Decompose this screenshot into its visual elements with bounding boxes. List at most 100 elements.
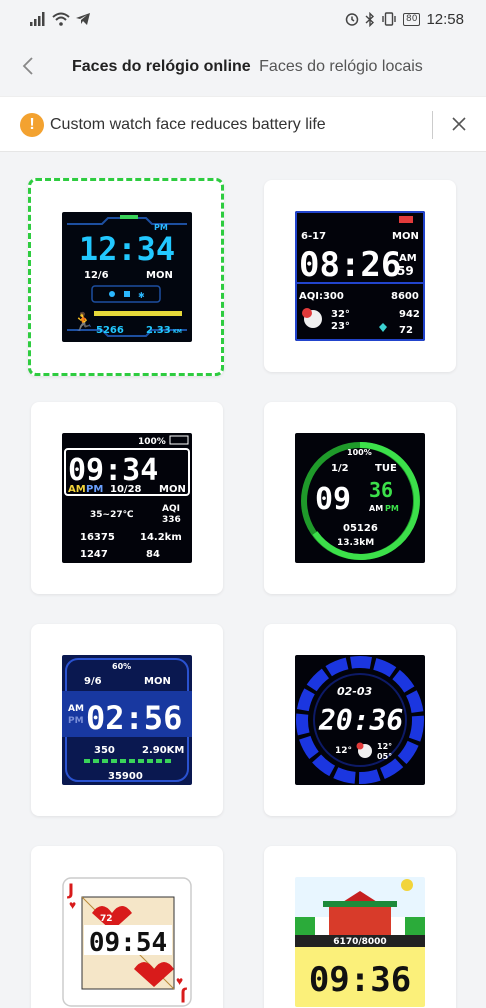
face-temp-low: 23° (331, 321, 350, 332)
chevron-left-icon (22, 57, 33, 75)
watch-face-card-8[interactable]: 6170/8000 09:36 (264, 846, 456, 1008)
watch-face-preview: 60% 9/6 MON AM PM 02:56 350 2.90KM 35900 (62, 655, 192, 785)
watch-face-card-7[interactable]: J ♥ 72 09:54 ♥ J (31, 846, 223, 1008)
face-aqi-label: AQI (162, 504, 180, 514)
watch-face-card-1[interactable]: PM 12:34 12/6 MON ✱ 🏃 5266 2.33 KM (28, 178, 224, 376)
face-steps: 05126 (343, 523, 378, 534)
watch-face-card-6[interactable]: 02-03 20:36 12° 12° 05° (264, 624, 456, 816)
face-date: 02-03 (337, 685, 373, 698)
face-time: 02:56 (86, 699, 182, 737)
face-day: TUE (375, 463, 397, 474)
watch-face-preview: 6-17 MON 08:26 AM 59 AQI:300 8600 32° 23… (295, 211, 425, 341)
face-kcal: 1247 (80, 549, 108, 560)
warning-banner: ! Custom watch face reduces battery life (0, 96, 486, 152)
face-am: AM (369, 504, 383, 513)
face-date: 9/6 (84, 676, 102, 687)
watch-face-preview: 100% 1/2 TUE 09 36 AM PM 05126 13.3kM (295, 433, 425, 563)
vibrate-icon (382, 12, 396, 26)
face-day: MON (392, 231, 419, 242)
face-pm: PM (385, 504, 399, 513)
face-hour: 09 (315, 482, 351, 517)
watch-face-card-5[interactable]: 60% 9/6 MON AM PM 02:56 350 2.90KM 35900 (31, 624, 223, 816)
signal-icon (30, 12, 45, 26)
watch-face-preview: J ♥ 72 09:54 ♥ J (62, 877, 192, 1007)
face-distance: 2.90KM (142, 745, 184, 756)
face-temp-high-2: 12° (377, 742, 392, 751)
telegram-icon (76, 13, 90, 25)
face-hr: 72 (100, 914, 113, 924)
face-aqi: AQI:300 (299, 291, 344, 302)
face-distance: 2.33 (146, 325, 171, 336)
watch-face-card-2[interactable]: 6-17 MON 08:26 AM 59 AQI:300 8600 32° 23… (264, 180, 456, 372)
bluetooth-icon (365, 11, 375, 27)
watch-face-preview: 6170/8000 09:36 (295, 877, 425, 1007)
svg-text:🏃: 🏃 (72, 311, 94, 332)
tab-bar: Faces do relógio online Faces do relógio… (72, 58, 423, 76)
face-temp-high: 32° (331, 309, 350, 320)
status-time: 12:58 (426, 10, 464, 28)
face-battery: 100% (347, 448, 372, 457)
face-hr: 84 (146, 549, 160, 560)
banner-text: Custom watch face reduces battery life (50, 116, 326, 133)
face-steps: 5266 (96, 325, 124, 336)
face-aqi: 336 (162, 515, 181, 525)
close-icon (452, 117, 466, 131)
face-time: 08:26 (299, 245, 401, 285)
face-seconds: 59 (397, 264, 414, 278)
face-date: 10/28 (110, 484, 142, 495)
svg-text:✱: ✱ (138, 291, 145, 300)
face-day: MON (144, 676, 171, 687)
face-time: 09:34 (68, 453, 158, 488)
card-rank-bottom: J (180, 987, 187, 1006)
svg-text:♥: ♥ (69, 898, 76, 912)
face-day: MON (146, 270, 173, 281)
svg-text:♥: ♥ (176, 974, 183, 988)
face-steps: 6170/8000 (333, 937, 386, 947)
face-kcal: 350 (94, 745, 115, 756)
face-hr: 72 (399, 325, 413, 336)
face-temp: 35~27℃ (90, 510, 134, 520)
face-distance-unit: KM (173, 329, 182, 335)
tab-online[interactable]: Faces do relógio online (72, 58, 251, 75)
face-pm: PM (68, 716, 84, 726)
watch-face-preview: PM 12:34 12/6 MON ✱ 🏃 5266 2.33 KM (62, 212, 192, 342)
face-time: 20:36 (318, 704, 403, 737)
face-distance: 14.2km (140, 532, 182, 543)
watch-face-preview: 100% 09:34 AM PM 10/28 MON 35~27℃ AQI 33… (62, 433, 192, 563)
face-day: MON (159, 484, 186, 495)
face-kcal: 942 (399, 309, 420, 320)
face-steps: 35900 (108, 771, 143, 782)
card-rank: J (67, 880, 74, 899)
warning-icon: ! (20, 113, 44, 137)
wifi-icon (52, 12, 70, 26)
face-am: AM (68, 484, 86, 495)
face-temp-high: 12° (335, 746, 352, 756)
watch-face-card-3[interactable]: 100% 09:34 AM PM 10/28 MON 35~27℃ AQI 33… (31, 402, 223, 594)
face-date: 12/6 (84, 270, 109, 281)
face-minute: 36 (369, 478, 393, 502)
face-steps: 8600 (391, 291, 419, 302)
watch-face-card-4[interactable]: 100% 1/2 TUE 09 36 AM PM 05126 13.3kM (264, 402, 456, 594)
face-battery: 60% (112, 662, 131, 671)
face-time: 09:54 (89, 928, 167, 958)
face-date: 6-17 (301, 231, 326, 242)
battery-icon: 80 (403, 12, 421, 26)
face-ampm: AM (399, 253, 417, 264)
app-header: Faces do relógio online Faces do relógio… (0, 38, 486, 96)
status-bar: 80 12:58 (0, 0, 486, 38)
back-button[interactable] (14, 52, 42, 80)
face-temp-low: 05° (377, 752, 392, 761)
divider (432, 111, 433, 139)
face-distance: 13.3kM (337, 538, 374, 548)
face-date: 1/2 (331, 463, 349, 474)
face-pm: PM (86, 484, 103, 495)
tab-local[interactable]: Faces do relógio locais (259, 58, 423, 75)
face-time: 12:34 (79, 230, 175, 268)
close-banner-button[interactable] (446, 111, 472, 137)
face-time: 09:36 (309, 960, 411, 1000)
alarm-icon (345, 13, 359, 26)
watch-face-preview: 02-03 20:36 12° 12° 05° (295, 655, 425, 785)
face-steps: 16375 (80, 532, 115, 543)
face-am: AM (68, 704, 84, 714)
face-battery: 100% (138, 437, 166, 447)
